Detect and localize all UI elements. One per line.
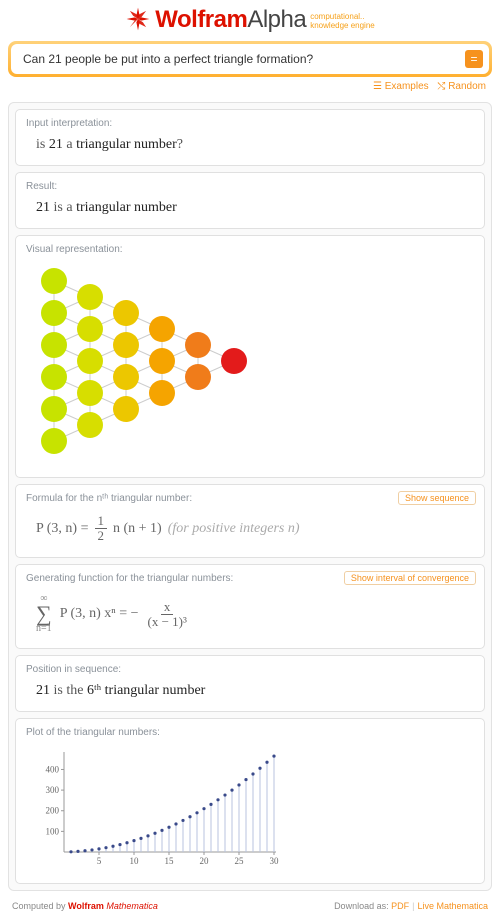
svg-text:30: 30 <box>270 856 280 866</box>
pod-content: 21 is the 6ᵗʰ triangular number <box>26 681 474 701</box>
random-link[interactable]: Random <box>448 81 486 92</box>
search-bar: = <box>11 44 489 74</box>
svg-text:20: 20 <box>200 856 210 866</box>
pod-result: Result: 21 is a triangular number <box>15 172 485 229</box>
pod-position: Position in sequence: 21 is the 6ᵗʰ tria… <box>15 655 485 712</box>
tagline: computational..knowledge engine <box>310 6 375 30</box>
show-interval-button[interactable]: Show interval of convergence <box>344 571 476 585</box>
pod-title: Result: <box>26 181 474 192</box>
examples-link[interactable]: Examples <box>385 81 429 92</box>
search-input[interactable] <box>21 51 465 67</box>
formula-content: P (3, n) = 12 n (n + 1) (for positive in… <box>26 510 474 547</box>
pod-title: Position in sequence: <box>26 664 474 675</box>
svg-text:25: 25 <box>235 856 245 866</box>
pod-visual: Visual representation: <box>15 235 485 478</box>
svg-text:10: 10 <box>130 856 140 866</box>
random-icon: ⤭ <box>437 81 448 92</box>
pod-title: Plot of the triangular numbers: <box>26 727 474 738</box>
sublinks: ☰ Examples ⤭ Random <box>0 77 500 98</box>
svg-text:200: 200 <box>46 806 60 816</box>
plot-chart: 100 200 300 400 5 10 15 20 25 30 <box>26 744 474 873</box>
equals-icon: = <box>470 52 477 66</box>
download-live-link[interactable]: Live Mathematica <box>417 901 488 911</box>
results-panel: Input interpretation: is 21 a triangular… <box>8 102 492 891</box>
computed-by: Computed by Wolfram Mathematica <box>12 901 158 911</box>
pod-plot: Plot of the triangular numbers: 100 200 30… <box>15 718 485 884</box>
examples-icon: ☰ <box>373 81 385 92</box>
svg-text:5: 5 <box>97 856 102 866</box>
svg-text:100: 100 <box>46 826 60 836</box>
logo[interactable]: WolframAlpha computational..knowledge en… <box>125 6 374 37</box>
pod-title: Visual representation: <box>26 244 474 255</box>
footer: Computed by Wolfram Mathematica Download… <box>0 895 500 911</box>
pod-content: is 21 a triangular number? <box>26 135 474 155</box>
triangle-visual <box>32 261 292 461</box>
search-container: = <box>8 41 492 77</box>
svg-text:400: 400 <box>46 764 60 774</box>
pod-title: Input interpretation: <box>26 118 474 129</box>
header: WolframAlpha computational..knowledge en… <box>0 0 500 39</box>
brand-text: WolframAlpha <box>155 6 306 34</box>
download-pdf-link[interactable]: PDF <box>391 901 409 911</box>
pod-content: 21 is a triangular number <box>26 198 474 218</box>
pod-generating-function: Show interval of convergence Generating … <box>15 564 485 649</box>
show-sequence-button[interactable]: Show sequence <box>398 491 476 505</box>
compute-button[interactable]: = <box>465 50 483 68</box>
gf-content: ∞ ∑ n=1 P (3, n) xⁿ = − x(x − 1)³ <box>26 590 474 638</box>
spikey-icon <box>125 6 151 37</box>
svg-text:300: 300 <box>46 785 60 795</box>
svg-text:15: 15 <box>165 856 175 866</box>
download-as: Download as: PDF|Live Mathematica <box>334 901 488 911</box>
wolfram-link[interactable]: Wolfram Mathematica <box>68 901 158 911</box>
pod-formula: Show sequence Formula for the nᵗʰ triang… <box>15 484 485 558</box>
pod-input-interpretation: Input interpretation: is 21 a triangular… <box>15 109 485 166</box>
